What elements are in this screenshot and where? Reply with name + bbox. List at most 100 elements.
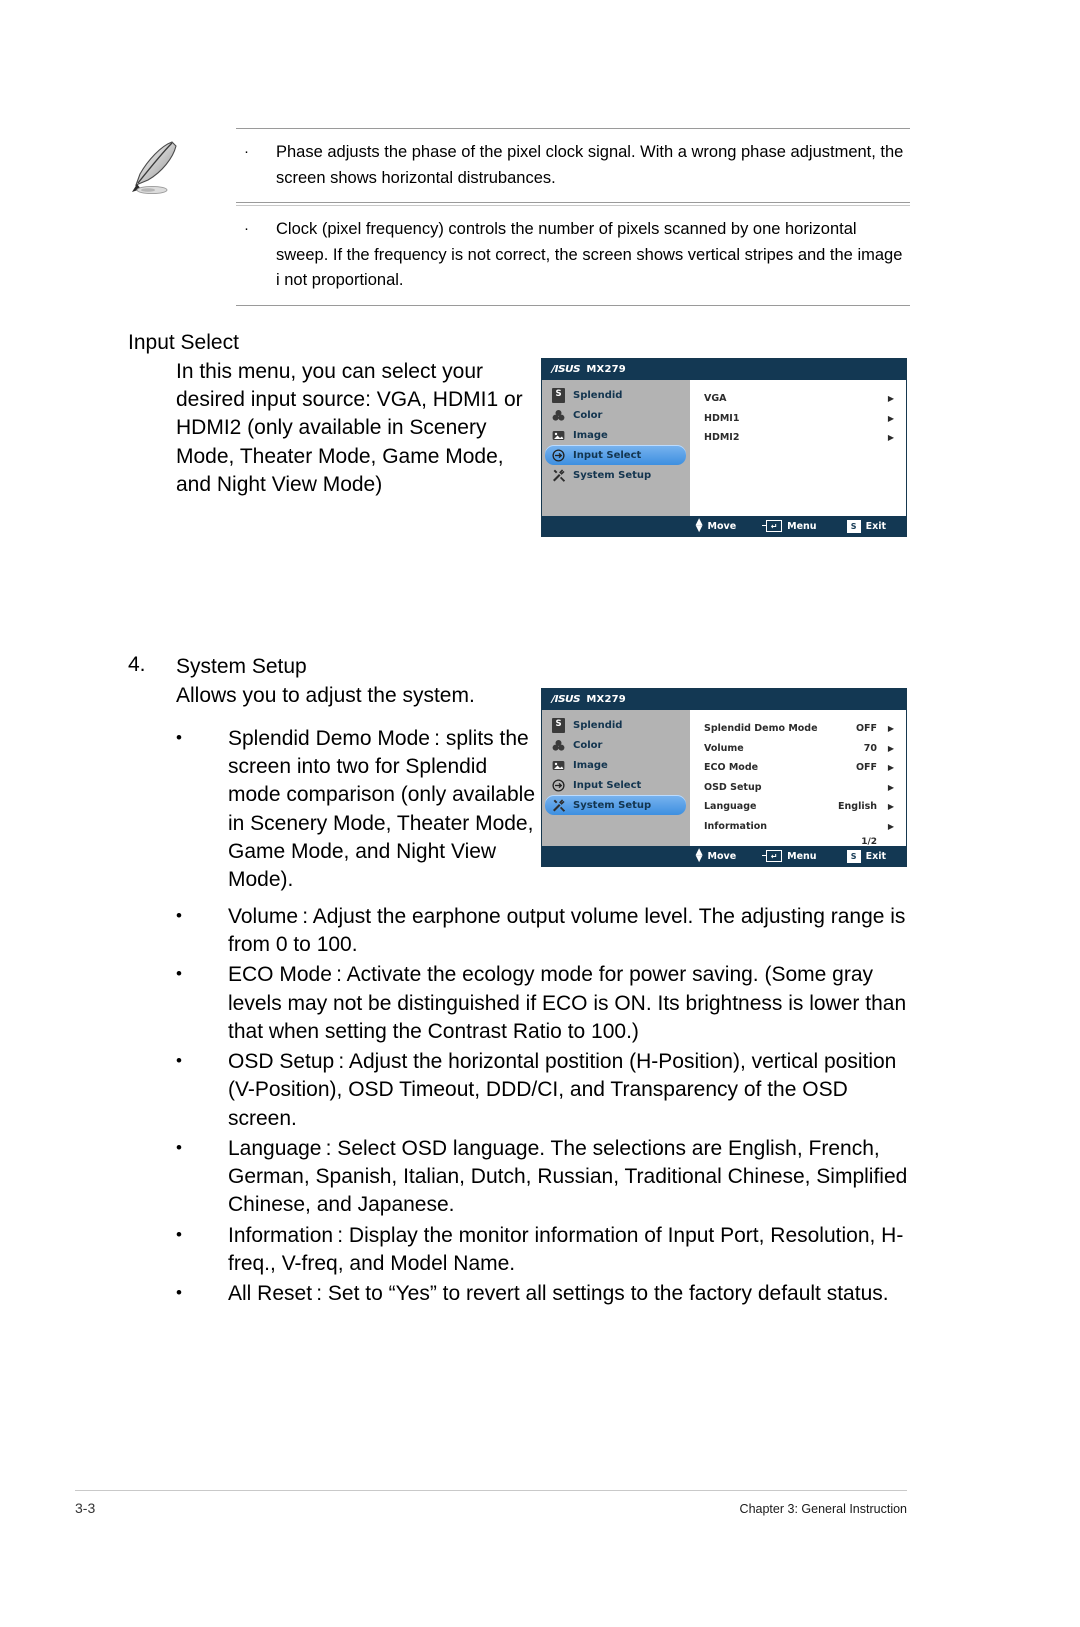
osd-nav-label: Input Select (573, 779, 642, 791)
osd-option-name: OSD Setup (704, 781, 762, 793)
osd-status-label: Move (707, 850, 737, 862)
bullet-text: ECO Mode : Activate the ecology mode for… (228, 963, 907, 1043)
exit-key-icon: S (846, 519, 861, 533)
bullet-item: • Language : Select OSD language. The se… (176, 1135, 910, 1220)
osd-status-bar: ▲ ▼ Move ↵ Menu S Exit (542, 846, 906, 866)
bullet-marker: • (176, 1051, 182, 1071)
bullet-text: OSD Setup : Adjust the horizontal postit… (228, 1050, 897, 1130)
osd-nav-item-color[interactable]: Color (545, 405, 686, 425)
chevron-right-icon: ▶ (887, 433, 894, 443)
move-key-icon: ▲ ▼ (695, 847, 703, 864)
osd-nav-item-color[interactable]: Color (545, 735, 686, 755)
osd-nav-item-image[interactable]: Image (545, 425, 686, 445)
input-select-paragraph: In this menu, you can select your desire… (176, 360, 523, 496)
osd-nav-label: Splendid (573, 389, 623, 401)
system-setup-intro: Allows you to adjust the system. (176, 684, 475, 707)
image-icon (552, 429, 565, 442)
osd-status-move[interactable]: ▲ ▼ Move (696, 518, 737, 533)
chevron-right-icon: ▶ (887, 724, 894, 734)
bullet-item: • ECO Mode : Activate the ecology mode f… (176, 961, 910, 1046)
osd-status-exit[interactable]: S Exit (846, 849, 886, 863)
system-setup-number: 4. (128, 653, 146, 676)
osd-nav-label: System Setup (573, 799, 652, 811)
osd-option-name: HDMI1 (704, 412, 740, 424)
bullet-text: Language : Select OSD language. The sele… (228, 1136, 908, 1217)
osd-option-name: VGA (704, 393, 727, 405)
osd-nav-label: Image (573, 429, 608, 441)
osd-option-row[interactable]: Language English ▶ (704, 797, 894, 817)
osd-model-label: MX279 (586, 694, 626, 705)
osd-nav-item-input-select[interactable]: Input Select (545, 775, 686, 795)
input-select-icon (552, 778, 565, 792)
osd-nav-label: System Setup (573, 469, 652, 481)
osd-nav-label: Splendid (573, 719, 623, 731)
osd-option-row[interactable]: Splendid Demo Mode OFF ▶ (704, 719, 894, 739)
input-select-icon (552, 448, 565, 462)
osd-input-select: /ISUS MX279 S Splendid Color Image Input… (541, 358, 907, 537)
bullet-marker: • (176, 1137, 182, 1157)
osd-option-row[interactable]: HDMI1 ▶ (704, 409, 894, 429)
osd-option-row[interactable]: VGA ▶ (704, 389, 894, 409)
osd-option-list: VGA ▶ HDMI1 ▶ HDMI2 ▶ (690, 380, 906, 516)
input-select-heading: Input Select (128, 331, 239, 354)
osd-option-value: OFF (855, 762, 877, 774)
chevron-right-icon: ▶ (887, 763, 894, 773)
osd-option-name: HDMI2 (704, 432, 740, 444)
osd-status-exit[interactable]: S Exit (846, 519, 886, 533)
chevron-right-icon: ▶ (887, 394, 894, 404)
page-number: 3-3 (75, 1500, 96, 1516)
bullet-marker: • (176, 728, 182, 747)
system-setup-icon (552, 468, 565, 482)
osd-nav-item-system-setup[interactable]: System Setup (545, 795, 686, 815)
exit-key-icon: S (846, 849, 861, 863)
bullet-text: Splendid Demo Mode : splits the screen i… (228, 727, 535, 892)
osd-nav-item-splendid[interactable]: S Splendid (545, 715, 686, 735)
osd-option-name: Language (704, 801, 757, 813)
chevron-right-icon: ▶ (887, 413, 894, 423)
osd-system-setup: /ISUS MX279 S Splendid Color Image Input… (541, 688, 907, 867)
chevron-right-icon: ▶ (887, 743, 894, 753)
system-setup-icon (552, 798, 565, 812)
system-setup-bullets-rest: • Volume : Adjust the earphone output vo… (176, 903, 910, 1310)
bullet-marker: • (176, 906, 182, 925)
image-icon (552, 759, 565, 772)
osd-nav-item-splendid[interactable]: S Splendid (545, 385, 686, 405)
note-bullet: · (244, 143, 249, 160)
osd-status-move[interactable]: ▲ ▼ Move (695, 847, 737, 864)
osd-status-menu[interactable]: ↵ Menu (762, 520, 817, 532)
pencil-note-icon (128, 136, 190, 198)
osd-nav-item-system-setup[interactable]: System Setup (545, 465, 686, 485)
bullet-item: • Volume : Adjust the earphone output vo… (176, 903, 910, 959)
osd-nav-item-image[interactable]: Image (545, 755, 686, 775)
osd-status-label: Menu (787, 850, 817, 862)
osd-nav-item-input-select[interactable]: Input Select (545, 445, 686, 465)
osd-option-list: Splendid Demo Mode OFF ▶ Volume 70 ▶ ECO… (690, 710, 906, 847)
bullet-marker: • (176, 1283, 182, 1303)
osd-option-value: English (838, 801, 877, 813)
osd-option-row[interactable]: HDMI2 ▶ (704, 428, 894, 448)
osd-option-value: OFF (855, 723, 877, 735)
osd-body: S Splendid Color Image Input Select Syst… (542, 380, 906, 516)
note-bullet: · (244, 220, 249, 238)
note-box: · Phase adjusts the phase of the pixel c… (128, 128, 910, 306)
splendid-icon: S (552, 387, 565, 403)
menu-key-icon: ↵ (762, 850, 783, 862)
note-text: Phase adjusts the phase of the pixel clo… (276, 143, 904, 187)
osd-option-row[interactable]: ECO Mode OFF ▶ (704, 758, 894, 778)
bullet-text: All Reset : Set to “Yes” to revert all s… (228, 1282, 889, 1306)
bullet-text: Volume : Adjust the earphone output volu… (228, 905, 906, 957)
osd-option-row[interactable]: Volume 70 ▶ (704, 739, 894, 759)
chevron-right-icon: ▶ (887, 782, 894, 792)
osd-status-bar: ▲ ▼ Move ↵ Menu S Exit (542, 516, 906, 536)
system-setup-heading: System Setup (176, 655, 307, 678)
chevron-right-icon: ▶ (887, 802, 894, 812)
bullet-text: Information : Display the monitor inform… (228, 1223, 904, 1275)
osd-option-row[interactable]: OSD Setup ▶ (704, 778, 894, 798)
bullet-item: • All Reset : Set to “Yes” to revert all… (176, 1280, 910, 1308)
menu-key-icon: ↵ (762, 520, 783, 532)
system-setup-bullet-1: • Splendid Demo Mode : splits the screen… (176, 725, 536, 896)
osd-status-menu[interactable]: ↵ Menu (762, 850, 817, 862)
osd-nav-list: S Splendid Color Image Input Select Syst… (542, 380, 690, 516)
bullet-item: • OSD Setup : Adjust the horizontal post… (176, 1048, 910, 1133)
osd-option-row[interactable]: Information ▶ (704, 817, 894, 837)
